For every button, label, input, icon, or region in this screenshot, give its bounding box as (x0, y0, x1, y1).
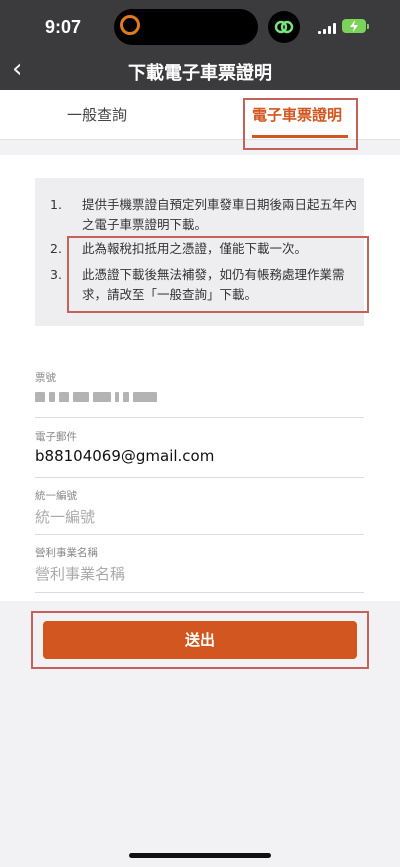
timer-ring-icon (120, 15, 140, 35)
battery-tip (367, 24, 369, 29)
ticket-number-field[interactable]: 票號 (35, 370, 364, 418)
redacted-ticket-number (35, 390, 159, 404)
linked-app-icon (268, 11, 300, 43)
email-value[interactable]: b88104069@gmail.com (35, 447, 214, 465)
submit-button[interactable]: 送出 (43, 621, 357, 659)
status-time: 9:07 (45, 17, 82, 37)
ticket-number-label: 票號 (35, 372, 56, 384)
notice-item-1: 1. 提供手機票證自預定列車發車日期後兩日起五年內之電子車票證明下載。 (50, 195, 360, 235)
tab-general-query[interactable]: 一般查詢 (67, 104, 127, 125)
notice-highlight-box (67, 236, 369, 313)
tab-highlight-box (243, 98, 358, 150)
tax-id-placeholder[interactable]: 統一編號 (35, 506, 95, 527)
company-name-field[interactable]: 營利事業名稱 營利事業名稱 (35, 545, 364, 593)
notice-number: 1. (50, 197, 62, 212)
tax-id-label: 統一編號 (35, 490, 77, 502)
page-title: 下載電子車票證明 (128, 63, 272, 84)
company-name-placeholder[interactable]: 營利事業名稱 (35, 563, 125, 584)
battery-charging-icon (342, 19, 366, 33)
tax-id-field[interactable]: 統一編號 統一編號 (35, 488, 364, 535)
notice-number: 3. (50, 267, 62, 282)
email-field[interactable]: 電子郵件 b88104069@gmail.com (35, 429, 364, 478)
email-label: 電子郵件 (35, 431, 77, 443)
app-header: 9:07 ‹ 下載電子車票證明 (0, 0, 400, 90)
notice-text: 提供手機票證自預定列車發車日期後兩日起五年內之電子車票證明下載。 (82, 197, 358, 232)
company-name-label: 營利事業名稱 (35, 547, 98, 559)
cellular-signal-icon (318, 22, 336, 34)
notice-number: 2. (50, 241, 62, 256)
home-indicator[interactable] (129, 853, 271, 858)
